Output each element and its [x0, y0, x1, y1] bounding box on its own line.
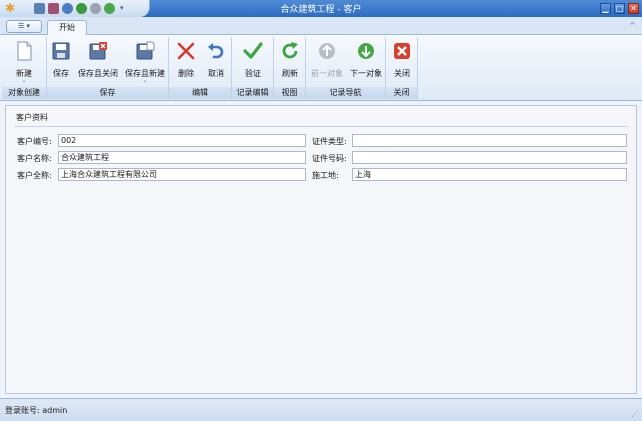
- save-and-new-button[interactable]: 保存且新建 ⌄: [123, 39, 167, 84]
- customer-fullname-label: 客户全称:: [17, 171, 52, 180]
- group-record-nav: 前一对象 下一对象 记录导航: [306, 37, 386, 99]
- customer-name-field[interactable]: 合众建筑工程: [58, 151, 306, 164]
- ribbon-tab-bar: ☰ ▾ 开始 ^: [0, 17, 642, 36]
- validate-button[interactable]: 验证: [236, 39, 270, 83]
- group-object-create: 新建 ⌄ 对象创建: [2, 37, 47, 99]
- group-label-view: 视图: [274, 87, 305, 99]
- resize-grip-icon[interactable]: ⋰: [631, 409, 639, 418]
- ribbon-collapse-icon[interactable]: ^: [629, 21, 636, 30]
- arrow-down-circle-icon: [358, 43, 374, 59]
- delete-x-icon: [177, 42, 195, 60]
- previous-object-button[interactable]: 前一对象: [308, 39, 346, 83]
- id-no-label: 证件号码:: [312, 154, 347, 163]
- group-label-close: 关闭: [386, 87, 417, 99]
- maximize-button[interactable]: □: [614, 3, 625, 14]
- group-record-edit: 验证 记录编辑: [232, 37, 274, 99]
- customer-no-label: 客户编号:: [17, 137, 52, 146]
- cancel-button[interactable]: 取消: [203, 39, 229, 83]
- next-object-button[interactable]: 下一对象: [347, 39, 385, 83]
- id-type-label: 证件类型:: [312, 137, 347, 146]
- save-close-icon: [89, 42, 107, 60]
- group-label-edit: 编辑: [169, 87, 231, 99]
- title-bar: ✱ ▾ 合众建筑工程 - 客户 ▁ □ ✕: [0, 0, 642, 17]
- save-and-close-button[interactable]: 保存且关闭: [77, 39, 119, 83]
- site-field[interactable]: 上海: [352, 168, 627, 181]
- close-window-button[interactable]: ✕: [628, 3, 639, 14]
- refresh-button[interactable]: 刷新: [277, 39, 303, 83]
- login-account-text: 登录账号: admin: [5, 406, 68, 415]
- window-title: 合众建筑工程 - 客户: [280, 5, 362, 15]
- save-new-icon: [136, 41, 155, 60]
- section-title: 客户资料: [16, 113, 48, 122]
- checkmark-icon: [243, 42, 263, 59]
- tab-home[interactable]: 开始: [47, 20, 87, 36]
- group-label-object-create: 对象创建: [2, 87, 46, 99]
- new-button[interactable]: 新建 ⌄: [4, 39, 44, 84]
- undo-arrow-icon: [208, 43, 224, 59]
- status-bar: 登录账号: admin ⋰: [0, 398, 642, 421]
- group-label-record-edit: 记录编辑: [232, 87, 273, 99]
- save-button[interactable]: 保存: [49, 39, 73, 83]
- id-no-field[interactable]: [352, 151, 627, 164]
- floppy-disk-icon: [52, 42, 70, 60]
- close-icon: [394, 43, 410, 59]
- refresh-icon: [282, 42, 298, 59]
- id-type-field[interactable]: [352, 134, 627, 147]
- minimize-button[interactable]: ▁: [600, 3, 611, 14]
- arrow-up-circle-icon: [319, 43, 335, 59]
- customer-no-field[interactable]: 002: [58, 134, 306, 147]
- new-document-icon: [17, 41, 32, 61]
- site-label: 施工地:: [312, 171, 339, 180]
- customer-form-panel: 客户资料 客户编号: 002 客户名称: 合众建筑工程 客户全称: 上海合众建筑…: [5, 105, 637, 394]
- app-menu-button[interactable]: ☰ ▾: [6, 20, 42, 33]
- group-view: 刷新 视图: [274, 37, 306, 99]
- ribbon: 新建 ⌄ 对象创建 保存 保存且关闭 保存且新建 ⌄ 保存 删除 取消 编辑 验…: [0, 35, 642, 101]
- chevron-down-icon: ⌄: [142, 77, 148, 84]
- customer-fullname-field[interactable]: 上海合众建筑工程有限公司: [58, 168, 306, 181]
- section-divider: [14, 126, 628, 127]
- delete-button[interactable]: 删除: [173, 39, 199, 83]
- group-edit: 删除 取消 编辑: [169, 37, 232, 99]
- group-save: 保存 保存且关闭 保存且新建 ⌄ 保存: [47, 37, 169, 99]
- chevron-down-icon: ⌄: [21, 77, 27, 84]
- group-label-record-nav: 记录导航: [306, 87, 385, 99]
- close-button[interactable]: 关闭: [389, 39, 415, 83]
- group-label-save: 保存: [47, 87, 168, 99]
- group-close: 关闭 关闭: [386, 37, 418, 99]
- customer-name-label: 客户名称:: [17, 154, 52, 163]
